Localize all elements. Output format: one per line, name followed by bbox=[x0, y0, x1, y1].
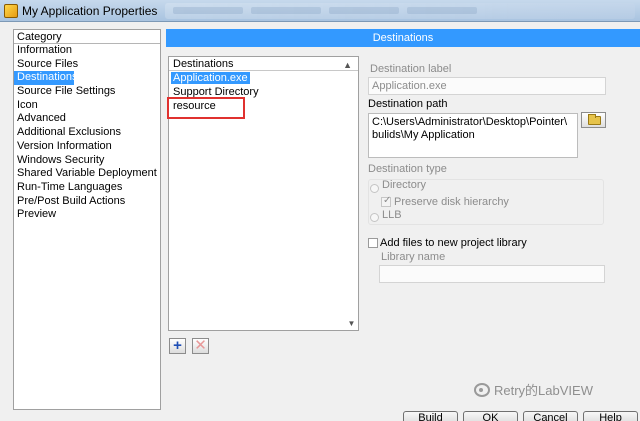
taskbar-background bbox=[165, 3, 635, 19]
destination-label-caption: Destination label bbox=[370, 63, 452, 75]
destination-label-field[interactable]: Application.exe bbox=[368, 77, 606, 95]
preserve-hierarchy-checkbox[interactable]: ✓ bbox=[381, 195, 392, 207]
destinations-list: Application.exe Support Directory resource bbox=[167, 71, 358, 119]
destinations-listbox[interactable]: Destinations ▲ Application.exe Support Di… bbox=[167, 56, 359, 331]
library-name-caption: Library name bbox=[381, 251, 446, 263]
library-name-field[interactable] bbox=[379, 265, 605, 283]
watermark-text: Retry的LabVIEW bbox=[494, 383, 593, 398]
folder-icon bbox=[588, 114, 601, 125]
destination-item-label: Application.exe bbox=[171, 72, 250, 84]
destinations-scrollbar[interactable]: ▼ bbox=[345, 72, 358, 330]
scroll-up-icon[interactable]: ▲ bbox=[343, 58, 352, 72]
add-destination-button[interactable]: + bbox=[169, 338, 186, 354]
category-list: Information Source Files Destinations Sourc… bbox=[14, 44, 160, 222]
watermark: Retry的LabVIEW bbox=[474, 381, 593, 401]
category-header: Category bbox=[14, 30, 160, 44]
category-item[interactable]: Version Information bbox=[14, 140, 160, 154]
destinations-page-banner: Destinations bbox=[166, 29, 640, 47]
help-button[interactable]: Help bbox=[583, 411, 638, 421]
destination-item-label: Support Directory bbox=[173, 86, 259, 98]
preserve-hierarchy-label: Preserve disk hierarchy bbox=[394, 196, 509, 208]
category-item[interactable]: Information bbox=[14, 44, 160, 58]
application-icon bbox=[4, 4, 18, 18]
destination-path-caption: Destination path bbox=[368, 98, 448, 110]
build-button[interactable]: Build bbox=[403, 411, 458, 421]
scroll-down-icon[interactable]: ▼ bbox=[345, 318, 358, 330]
window-title: My Application Properties bbox=[22, 4, 158, 18]
directory-radio[interactable] bbox=[370, 184, 379, 193]
category-item[interactable]: Destinations bbox=[14, 71, 78, 86]
destination-item-label: resource bbox=[173, 100, 216, 112]
cancel-button[interactable]: Cancel bbox=[523, 411, 578, 421]
ok-button[interactable]: OK bbox=[463, 411, 518, 421]
browse-folder-button[interactable] bbox=[581, 112, 606, 128]
destination-path-field[interactable]: C:\Users\Administrator\Desktop\Pointer\ … bbox=[368, 113, 578, 158]
destination-item[interactable]: resource bbox=[167, 97, 245, 119]
add-files-checkbox[interactable] bbox=[368, 238, 378, 248]
category-item[interactable]: Source Files bbox=[14, 58, 160, 72]
category-item[interactable]: Pre/Post Build Actions bbox=[14, 195, 160, 209]
destination-path-line-2: bulids\My Application bbox=[372, 129, 475, 141]
category-item[interactable]: Shared Variable Deployment bbox=[14, 167, 160, 181]
category-item[interactable]: Advanced bbox=[14, 112, 160, 126]
category-item[interactable]: Run-Time Languages bbox=[14, 181, 160, 195]
destination-path-line-1: C:\Users\Administrator\Desktop\Pointer\ bbox=[372, 116, 568, 128]
destination-type-caption: Destination type bbox=[368, 163, 447, 175]
category-item[interactable]: Source File Settings bbox=[14, 85, 160, 99]
llb-radio-label: LLB bbox=[382, 209, 402, 221]
destinations-listbox-header: Destinations ▲ bbox=[169, 57, 358, 71]
add-files-label: Add files to new project library bbox=[380, 237, 527, 249]
category-item[interactable]: Additional Exclusions bbox=[14, 126, 160, 140]
llb-radio[interactable] bbox=[370, 213, 379, 222]
destination-item[interactable]: Support Directory bbox=[169, 85, 358, 99]
window-title-bar[interactable]: My Application Properties bbox=[0, 0, 640, 22]
checkmark-icon: ✓ bbox=[383, 195, 392, 206]
category-item[interactable]: Icon bbox=[14, 99, 160, 113]
category-item[interactable]: Preview bbox=[14, 208, 160, 222]
directory-radio-label: Directory bbox=[382, 179, 427, 191]
wechat-icon bbox=[474, 383, 490, 397]
category-item[interactable]: Windows Security bbox=[14, 154, 160, 168]
remove-destination-button[interactable]: ✕ bbox=[192, 338, 209, 354]
destination-item[interactable]: Application.exe bbox=[169, 71, 358, 85]
category-panel: Category Information Source Files Destinat… bbox=[13, 29, 161, 410]
